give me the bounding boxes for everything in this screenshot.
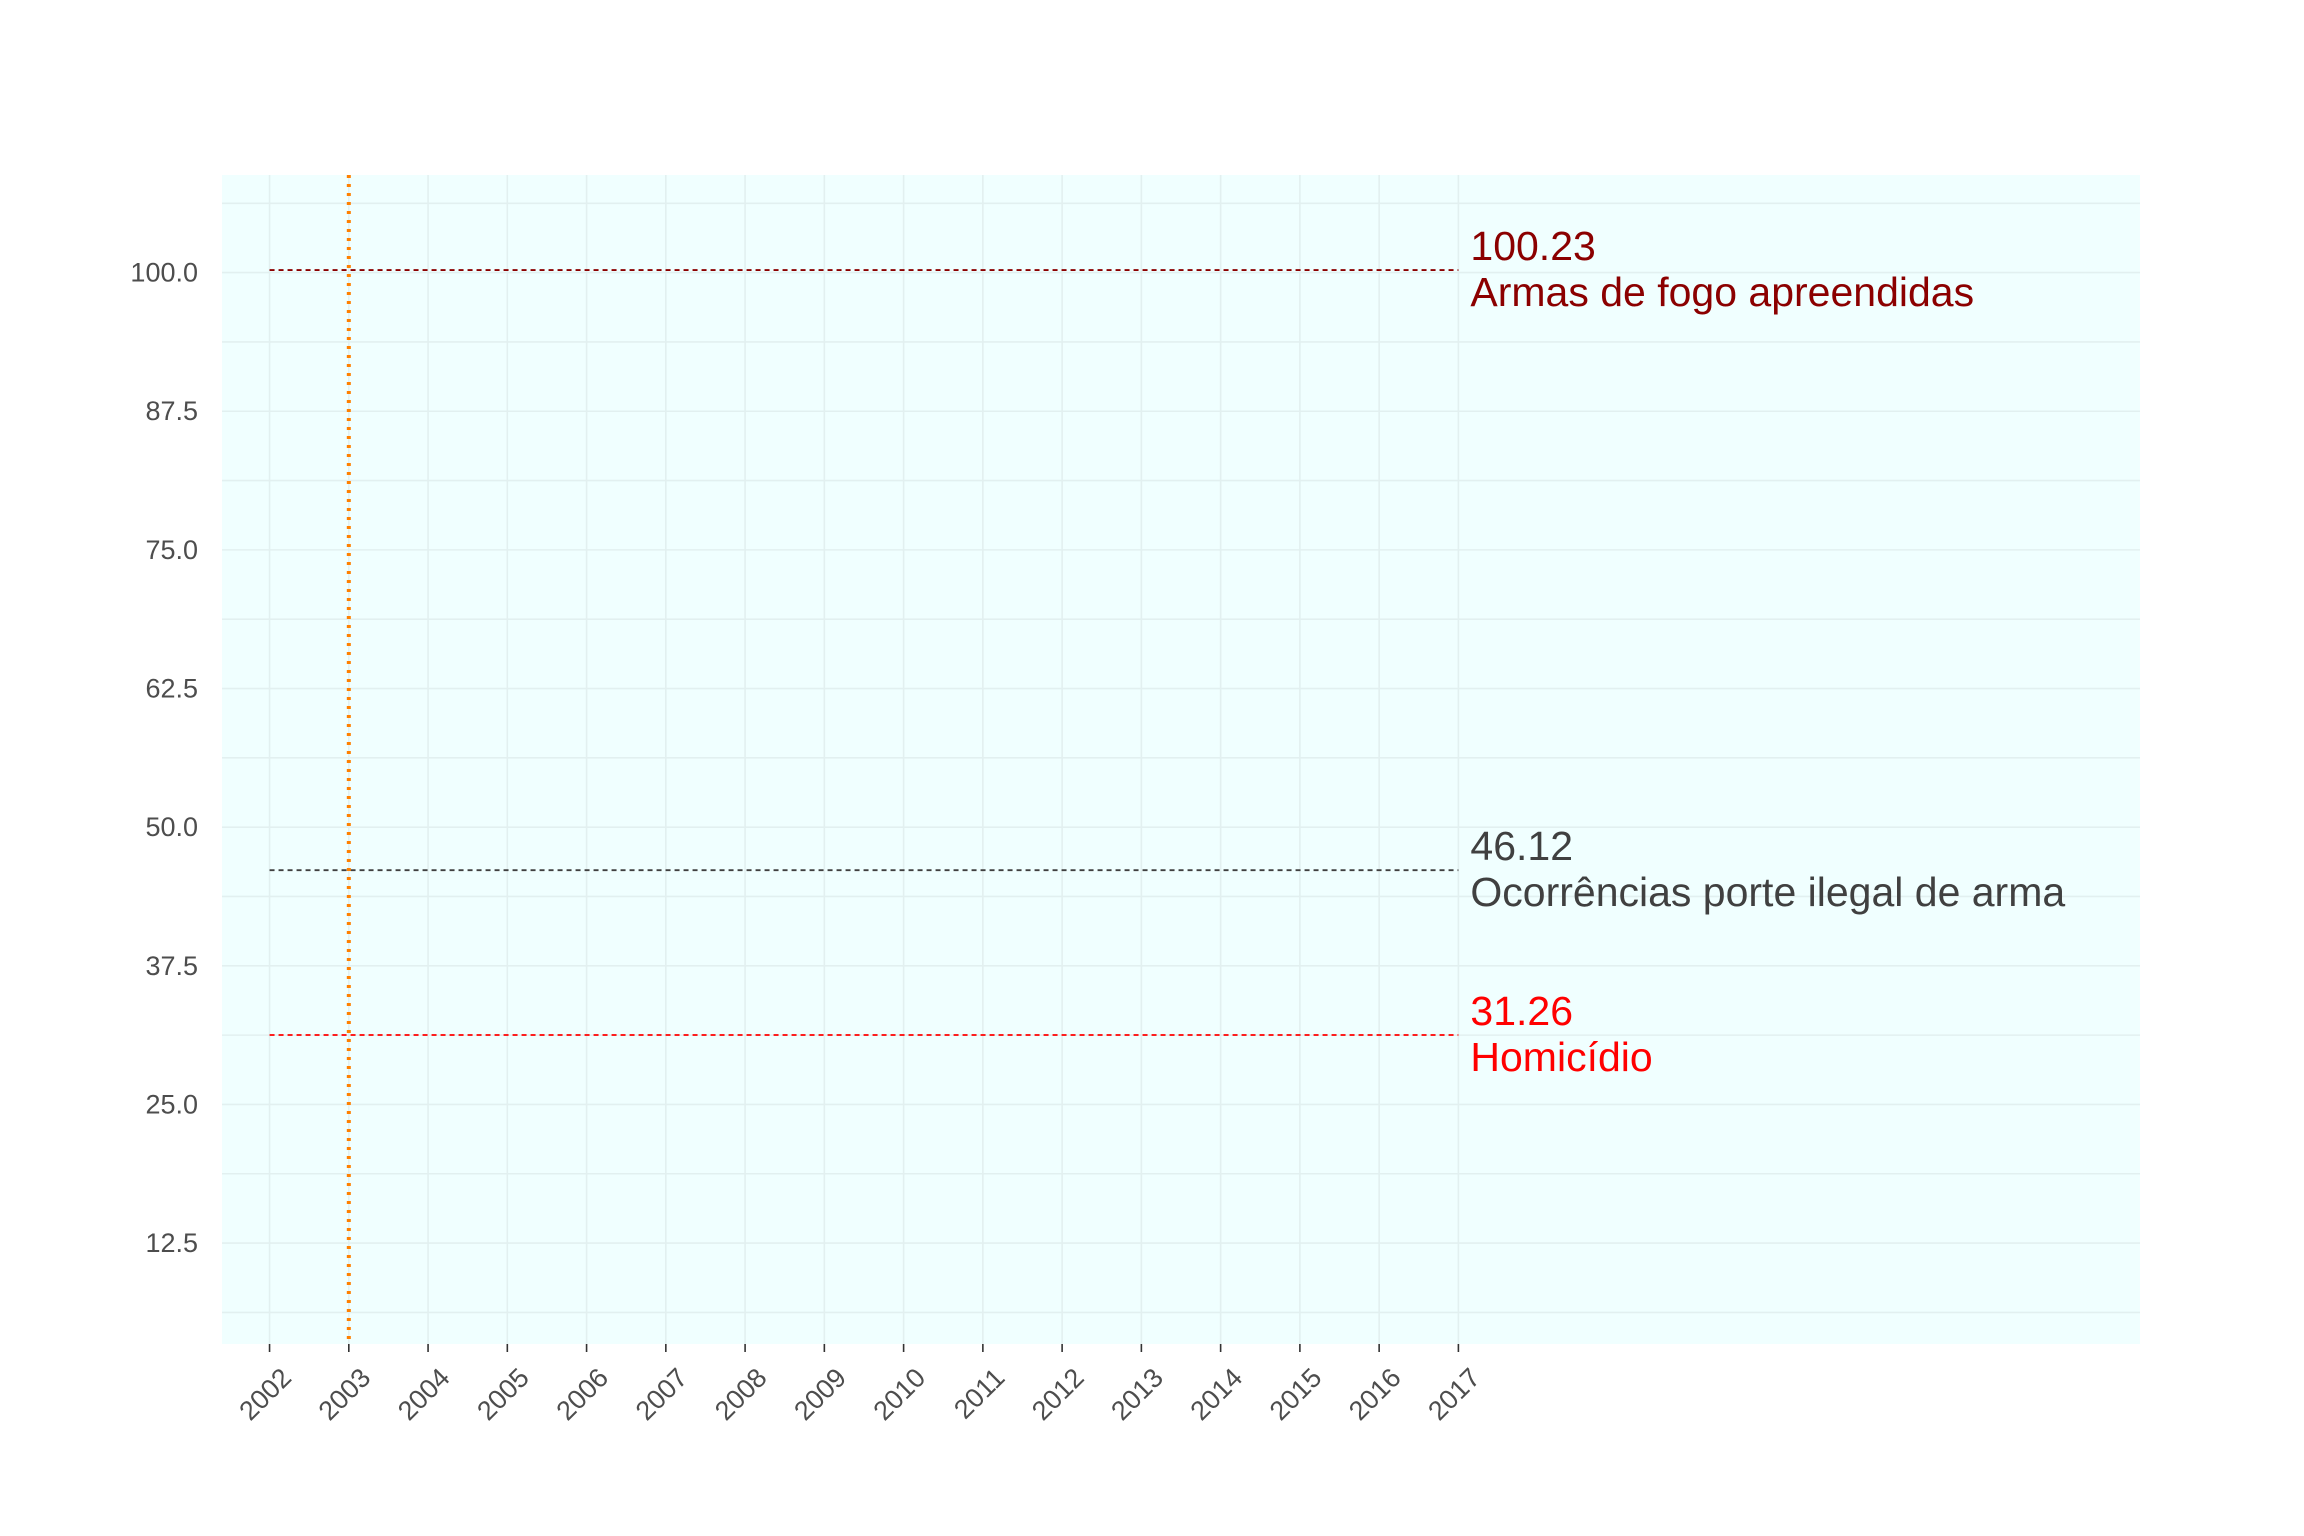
y-tick-label: 100.0 [130, 258, 198, 288]
y-tick-label: 50.0 [145, 812, 198, 842]
x-tick-label: 2006 [550, 1362, 614, 1426]
x-tick-label: 2005 [471, 1362, 535, 1426]
plot-panel [222, 175, 2140, 1344]
y-tick-label: 75.0 [145, 535, 198, 565]
series-end-name-1: Armas de fogo apreendidas [1470, 269, 1974, 315]
series-end-name-2: Ocorrências porte ilegal de arma [1470, 869, 2065, 915]
y-tick-label: 37.5 [145, 951, 198, 981]
y-tick-label: 25.0 [145, 1089, 198, 1119]
x-tick-label: 2002 [233, 1362, 297, 1426]
x-tick-label: 2015 [1264, 1362, 1328, 1426]
x-tick-label: 2008 [709, 1362, 773, 1426]
x-tick-label: 2009 [788, 1362, 852, 1426]
x-tick-label: 2013 [1105, 1362, 1169, 1426]
x-tick-label: 2011 [948, 1362, 1010, 1424]
x-tick-label: 2003 [313, 1362, 377, 1426]
series-end-value-2: 46.12 [1470, 823, 1573, 869]
x-axis-ticks: 2002 2003 2004 2005 2006 2007 2008 2009 2010 2011… [233, 1344, 1486, 1426]
x-tick-label: 2017 [1422, 1362, 1486, 1426]
series-end-value-3: 31.26 [1470, 988, 1573, 1034]
y-tick-label: 62.5 [145, 674, 198, 704]
x-tick-label: 2004 [392, 1362, 456, 1426]
x-tick-label: 2007 [630, 1362, 694, 1426]
y-tick-label: 12.5 [145, 1228, 198, 1258]
x-tick-label: 2012 [1026, 1362, 1090, 1426]
series-end-value-1: 100.23 [1470, 223, 1595, 269]
y-axis-ticks: 12.5 25.0 37.5 50.0 62.5 75.0 87.5 100.0 [130, 258, 198, 1258]
chart: 12.525.037.550.062.575.087.5100.0 2002 20… [130, 175, 2140, 1426]
series-end-name-3: Homicídio [1470, 1034, 1652, 1080]
x-tick-label: 2016 [1343, 1362, 1407, 1426]
y-tick-label: 87.5 [145, 396, 198, 426]
x-tick-label: 2014 [1185, 1362, 1249, 1426]
x-tick-label: 2010 [868, 1362, 932, 1426]
